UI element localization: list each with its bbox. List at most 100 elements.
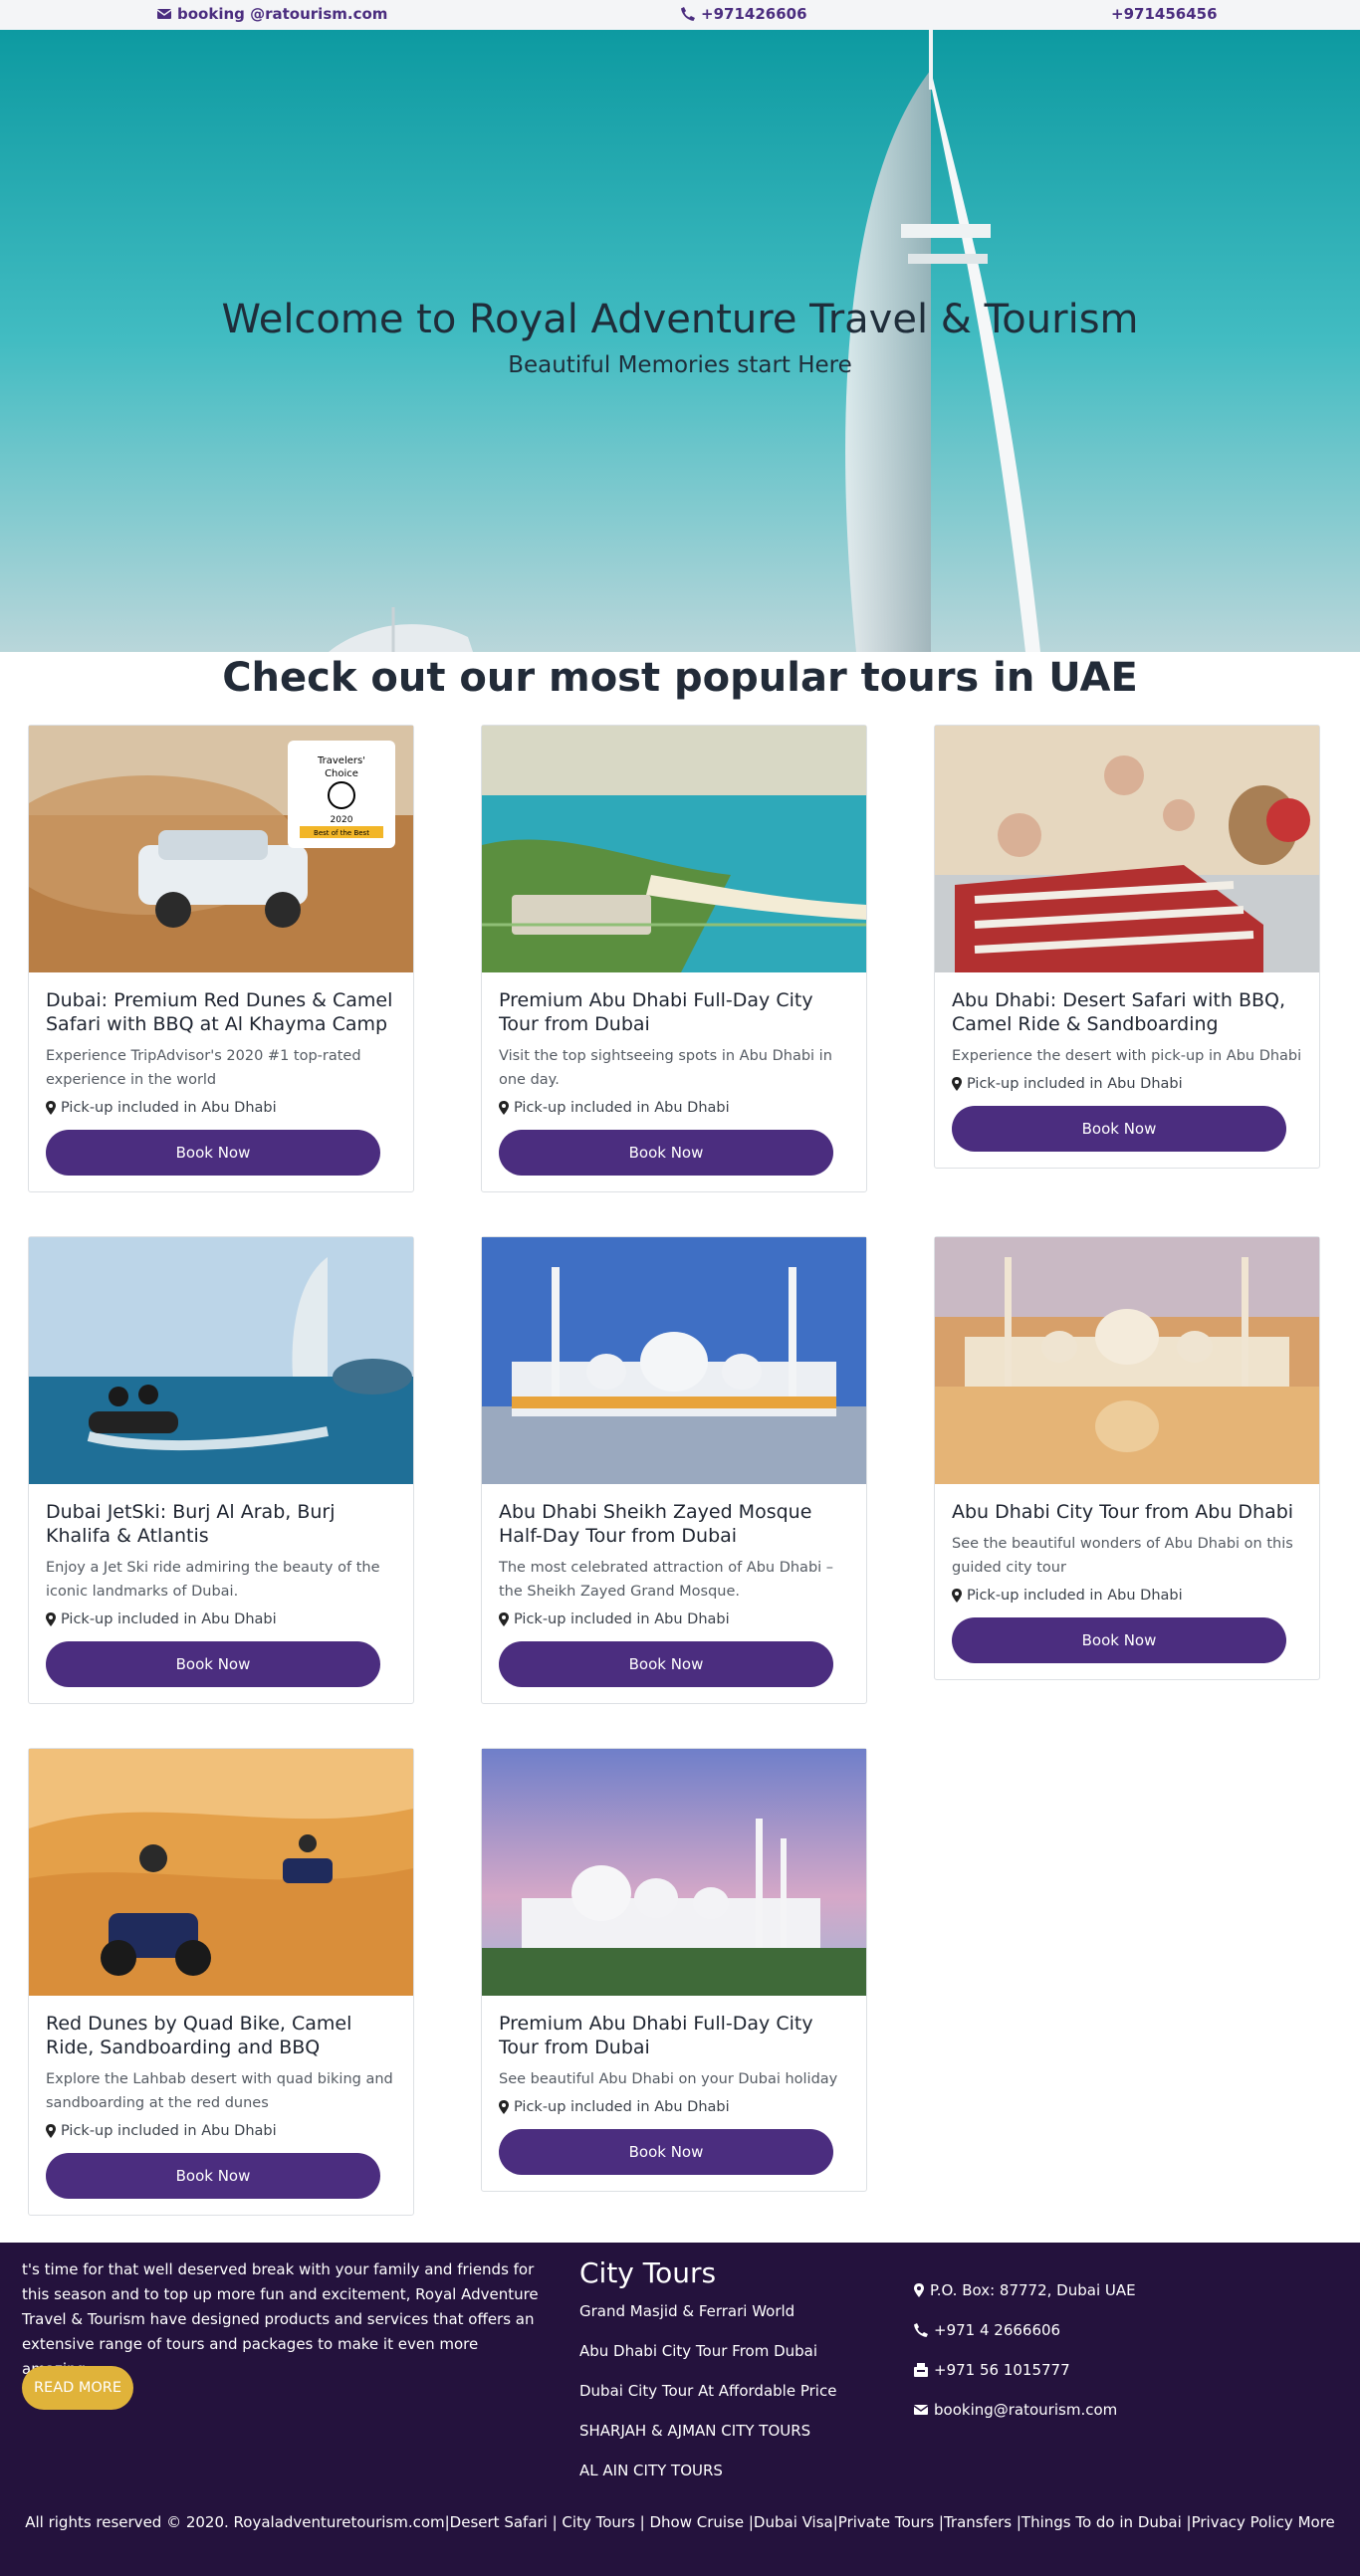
tour-pickup-text: Pick-up included in Abu Dhabi [967,1076,1183,1092]
topbar-phone-2-text: +971456456 [1111,5,1218,23]
tour-description: See beautiful Abu Dhabi on your Dubai ho… [499,2071,838,2087]
envelope-icon [157,9,171,19]
city-tours-title: City Tours [579,2256,717,2289]
tour-pickup-text: Pick-up included in Abu Dhabi [514,2099,730,2115]
book-now-button[interactable]: Book Now [499,1641,833,1687]
contact-email[interactable]: booking@ratourism.com [914,2390,1136,2430]
tour-description: See the beautiful wonders of Abu Dhabi o… [952,1536,1293,1576]
quad-bike-image [29,1749,413,1996]
map-marker-icon [46,2124,56,2138]
city-tours-list: Grand Masjid & Ferrari World Abu Dhabi C… [579,2302,836,2501]
tour-card: Abu Dhabi City Tour from Abu Dhabi See t… [934,1236,1320,1680]
read-more-button[interactable]: READ MORE [22,2366,133,2410]
tour-description: The most celebrated attraction of Abu Dh… [499,1560,834,1600]
tour-pickup: Pick-up included in Abu Dhabi [499,2099,849,2115]
footer-copyright[interactable]: All rights reserved © 2020. Royaladventu… [0,2513,1360,2531]
tour-description: Enjoy a Jet Ski ride admiring the beauty… [46,1560,380,1600]
tour-pickup-text: Pick-up included in Abu Dhabi [61,1100,277,1116]
tour-card: Premium Abu Dhabi Full-Day City Tour fro… [481,1748,867,2192]
section-title: Check out our most popular tours in UAE [222,655,1138,701]
book-now-button[interactable]: Book Now [46,2153,380,2199]
footer-contact-list: P.O. Box: 87772, Dubai UAE +971 4 266660… [914,2270,1136,2430]
tour-title[interactable]: Dubai JetSki: Burj Al Arab, Burj Khalifa… [46,1500,396,1548]
site-footer: t's time for that well deserved break wi… [0,2243,1360,2576]
contact-phone-text: +971 4 2666606 [934,2321,1061,2339]
badge-line2: Choice [325,768,358,779]
city-tour-link[interactable]: Grand Masjid & Ferrari World [579,2302,836,2342]
footer-about-text: t's time for that well deserved break wi… [22,2260,539,2378]
hero-subtitle: Beautiful Memories start Here [508,352,852,378]
tour-pickup-text: Pick-up included in Abu Dhabi [61,2123,277,2139]
tour-pickup: Pick-up included in Abu Dhabi [46,1100,396,1116]
topbar-phone[interactable]: +971426606 [681,5,807,23]
badge-ribbon: Best of the Best [314,829,369,837]
tour-description: Experience the desert with pick-up in Ab… [952,1048,1302,1064]
map-marker-icon [46,1612,56,1626]
map-marker-icon [46,1101,56,1115]
tour-title[interactable]: Premium Abu Dhabi Full-Day City Tour fro… [499,2012,849,2059]
badge-year: 2020 [331,815,353,825]
tour-pickup-text: Pick-up included in Abu Dhabi [514,1611,730,1627]
mosque-blue-image [482,1237,866,1484]
mosque-dusk-image [482,1749,866,1996]
map-marker-icon [499,2100,509,2114]
book-now-button[interactable]: Book Now [499,1130,833,1176]
map-marker-icon [499,1612,509,1626]
book-now-button[interactable]: Book Now [952,1106,1286,1152]
envelope-icon [914,2405,928,2415]
topbar-email[interactable]: booking @ratourism.com [157,5,387,23]
tour-title[interactable]: Abu Dhabi Sheikh Zayed Mosque Half-Day T… [499,1500,849,1548]
tour-pickup: Pick-up included in Abu Dhabi [952,1588,1302,1604]
tour-card: Dubai JetSki: Burj Al Arab, Burj Khalifa… [28,1236,414,1704]
fax-icon [914,2363,928,2377]
jetski-image [29,1237,413,1484]
tour-card: Travelers' Choice 2020 Best of the Best … [28,725,414,1192]
tour-description: Experience TripAdvisor's 2020 #1 top-rat… [46,1048,361,1088]
badge-line1: Travelers' [317,755,365,766]
topbar-phone-text: +971426606 [701,5,807,23]
city-tour-link[interactable]: Dubai City Tour At Affordable Price [579,2382,836,2422]
mosque-sunset-image [935,1237,1319,1484]
tour-title[interactable]: Premium Abu Dhabi Full-Day City Tour fro… [499,988,849,1036]
city-tour-link[interactable]: Abu Dhabi City Tour From Dubai [579,2342,836,2382]
hero-banner: Welcome to Royal Adventure Travel & Tour… [0,30,1360,652]
city-tour-link[interactable]: SHARJAH & AJMAN CITY TOURS [579,2422,836,2462]
tour-pickup: Pick-up included in Abu Dhabi [46,2123,396,2139]
tour-description: Explore the Lahbab desert with quad biki… [46,2071,393,2111]
tour-pickup: Pick-up included in Abu Dhabi [499,1100,849,1116]
tour-pickup: Pick-up included in Abu Dhabi [499,1611,849,1627]
tour-pickup-text: Pick-up included in Abu Dhabi [967,1588,1183,1604]
camel-ride-image [935,726,1319,972]
contact-phone[interactable]: +971 4 2666606 [914,2310,1136,2350]
tour-card: Abu Dhabi: Desert Safari with BBQ, Camel… [934,725,1320,1169]
tour-pickup-text: Pick-up included in Abu Dhabi [61,1611,277,1627]
book-now-button[interactable]: Book Now [952,1617,1286,1663]
map-marker-icon [914,2283,924,2297]
tour-pickup-text: Pick-up included in Abu Dhabi [514,1100,730,1116]
tour-card: Premium Abu Dhabi Full-Day City Tour fro… [481,725,867,1192]
phone-icon [914,2323,928,2337]
top-contact-bar: booking @ratourism.com +971426606 +97145… [0,0,1360,30]
tour-title[interactable]: Red Dunes by Quad Bike, Camel Ride, Sand… [46,2012,396,2059]
book-now-button[interactable]: Book Now [499,2129,833,2175]
tour-title[interactable]: Abu Dhabi: Desert Safari with BBQ, Camel… [952,988,1302,1036]
city-tour-link[interactable]: AL AIN CITY TOURS [579,2462,836,2501]
book-now-button[interactable]: Book Now [46,1641,380,1687]
tour-title[interactable]: Dubai: Premium Red Dunes & Camel Safari … [46,988,396,1036]
hero-title: Welcome to Royal Adventure Travel & Tour… [221,297,1139,342]
contact-address: P.O. Box: 87772, Dubai UAE [914,2270,1136,2310]
book-now-button[interactable]: Book Now [46,1130,380,1176]
tour-card: Red Dunes by Quad Bike, Camel Ride, Sand… [28,1748,414,2216]
contact-fax[interactable]: +971 56 1015777 [914,2350,1136,2390]
tour-card: Abu Dhabi Sheikh Zayed Mosque Half-Day T… [481,1236,867,1704]
contact-address-text: P.O. Box: 87772, Dubai UAE [930,2281,1136,2299]
map-marker-icon [952,1077,962,1091]
desert-suv-image: Travelers' Choice 2020 Best of the Best [29,726,413,972]
coastline-image [482,726,866,972]
tour-title[interactable]: Abu Dhabi City Tour from Abu Dhabi [952,1500,1302,1524]
contact-email-text: booking@ratourism.com [934,2401,1118,2419]
topbar-phone-2[interactable]: +971456456 [1111,5,1218,23]
phone-icon [681,7,695,21]
tour-description: Visit the top sightseeing spots in Abu D… [499,1048,832,1088]
contact-fax-text: +971 56 1015777 [934,2361,1070,2379]
